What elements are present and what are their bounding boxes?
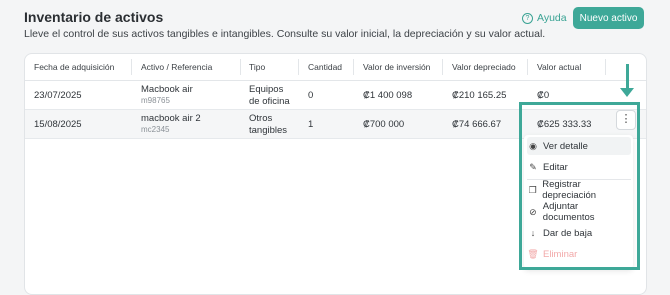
cell-type-line2: tangibles <box>249 125 288 136</box>
col-header-investment[interactable]: Valor de inversión <box>363 54 430 80</box>
table-header: Fecha de adquisición Activo / Referencia… <box>25 54 646 81</box>
cell-type: Equipos <box>249 84 284 95</box>
page-title: Inventario de activos <box>24 9 164 25</box>
cell-quantity: 1 <box>308 119 314 130</box>
col-header-depreciated[interactable]: Valor depreciado <box>452 54 516 80</box>
edit-icon: ✎ <box>529 161 537 172</box>
menu-item-attach-documents[interactable]: ⊘ Adjuntar documentos <box>527 201 631 223</box>
cell-date: 15/08/2025 <box>34 119 82 130</box>
cell-depreciated: ₡74 666.67 <box>452 119 502 130</box>
cell-type: Otros <box>249 113 273 124</box>
cell-current: ₡0 <box>537 90 550 101</box>
col-header-current[interactable]: Valor actual <box>537 54 581 80</box>
cell-reference: m98765 <box>141 96 170 105</box>
help-link[interactable]: ? Ayuda <box>522 12 567 24</box>
help-label: Ayuda <box>537 12 567 24</box>
cell-quantity: 0 <box>308 90 314 101</box>
cell-current: ₡625 333.33 <box>537 119 592 130</box>
arrow-down-icon: ↓ <box>530 228 536 238</box>
row-actions-button[interactable]: ⋮ <box>616 110 636 130</box>
cell-investment: ₡700 000 <box>363 119 405 130</box>
col-header-date[interactable]: Fecha de adquisición <box>34 54 114 80</box>
cell-type-line2: de oficina <box>249 96 290 107</box>
help-icon: ? <box>522 12 533 24</box>
col-header-type[interactable]: Tipo <box>249 54 265 80</box>
col-header-quantity[interactable]: Cantidad <box>308 54 342 80</box>
kebab-icon: ⋮ <box>620 113 632 125</box>
eye-icon: ◉ <box>529 140 537 151</box>
cell-reference: mc2345 <box>141 125 170 134</box>
annotation-arrow <box>626 64 629 90</box>
paperclip-icon: ⊘ <box>529 206 537 217</box>
cell-investment: ₡1 400 098 <box>363 90 413 101</box>
cell-asset: macbook air 2 <box>141 113 201 124</box>
cell-asset: Macbook air <box>141 84 193 95</box>
menu-item-delete: 🗑 Eliminar <box>527 248 578 260</box>
menu-item-deactivate[interactable]: ↓ Dar de baja <box>527 224 631 242</box>
menu-item-view-detail[interactable]: ◉ Ver detalle <box>527 137 631 155</box>
cell-depreciated: ₡210 165.25 <box>452 90 507 101</box>
table-row[interactable]: 23/07/2025 Macbook air m98765 Equipos de… <box>25 81 646 110</box>
menu-item-edit[interactable]: ✎ Editar <box>527 158 631 176</box>
new-asset-button[interactable]: Nuevo activo <box>573 7 644 29</box>
trash-icon: 🗑 <box>527 248 539 259</box>
annotation-arrow-head <box>620 88 634 97</box>
col-header-asset[interactable]: Activo / Referencia <box>141 54 212 80</box>
row-actions-menu: ◉ Ver detalle ✎ Editar ❐ Registrar depre… <box>524 135 633 269</box>
cell-date: 23/07/2025 <box>34 90 82 101</box>
copy-icon: ❐ <box>528 184 537 195</box>
menu-item-register-depreciation[interactable]: ❐ Registrar depreciación <box>527 179 631 201</box>
page-subtitle: Lleve el control de sus activos tangible… <box>24 28 546 40</box>
